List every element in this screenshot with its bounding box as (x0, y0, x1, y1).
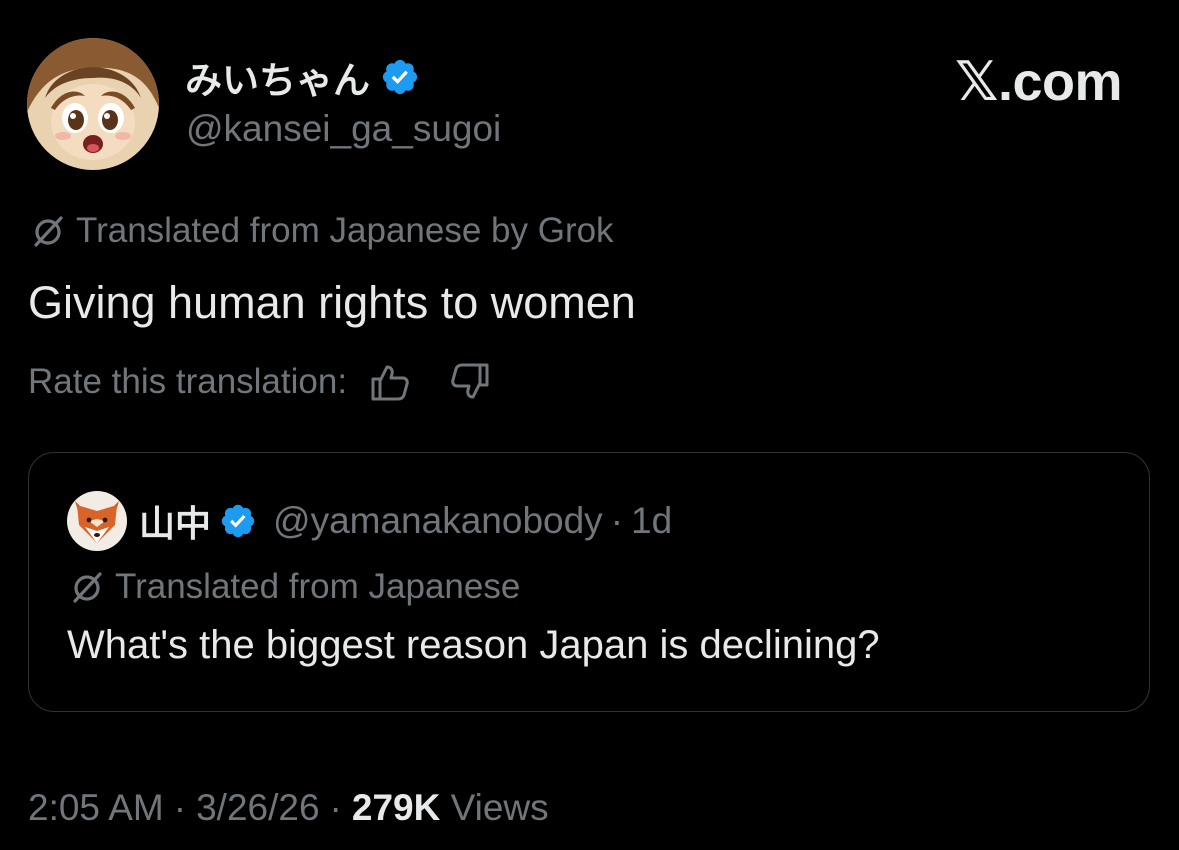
views-count: 279K (351, 787, 441, 828)
tweet-date[interactable]: 3/26/26 (196, 787, 319, 828)
tweet-text: Giving human rights to women (28, 277, 636, 328)
meta-separator: · (173, 787, 187, 828)
rate-translation-label: Rate this translation: (28, 362, 348, 401)
thumbs-up-icon[interactable] (367, 359, 413, 405)
translation-notice-text: Translated from Japanese by Grok (76, 211, 614, 250)
verified-badge-icon (382, 59, 418, 95)
quoted-translation-notice-text: Translated from Japanese (115, 567, 521, 606)
quoted-translation-notice: Translated from Japanese (67, 567, 520, 607)
author-avatar[interactable] (27, 38, 159, 170)
translate-icon (73, 572, 102, 603)
author-name-row: みいちゃん (185, 54, 420, 102)
quoted-separator: · (610, 500, 624, 541)
quoted-author-name[interactable]: 山中 (139, 495, 211, 547)
fox-avatar-image (67, 491, 127, 551)
tweet-time[interactable]: 2:05 AM (28, 787, 164, 828)
quoted-tweet-text: What's the biggest reason Japan is decli… (67, 623, 880, 667)
quoted-tweet-card[interactable]: 山中 @yamanakanobody · 1d Translated from … (28, 452, 1150, 712)
quoted-timestamp[interactable]: 1d (631, 500, 672, 542)
tweet-meta: 2:05 AM · 3/26/26 · 279K Views (28, 787, 549, 829)
translation-notice: Translated from Japanese by Grok (28, 211, 614, 251)
quoted-author-handle[interactable]: @yamanakanobody (273, 500, 603, 542)
thumbs-down-icon[interactable] (447, 359, 493, 405)
translate-icon (34, 216, 63, 247)
author-handle[interactable]: @kansei_ga_sugoi (186, 108, 501, 150)
views-label: Views (450, 787, 549, 828)
brand-logo: 𝕏.com (954, 52, 1123, 112)
quoted-author-avatar[interactable] (67, 491, 127, 551)
rate-translation-row: Rate this translation: (28, 357, 493, 407)
author-avatar-image (27, 38, 159, 170)
author-name[interactable]: みいちゃん (185, 50, 370, 104)
quoted-tweet-header: 山中 @yamanakanobody · 1d (67, 491, 672, 551)
meta-separator: · (329, 787, 342, 828)
quoted-verified-badge-icon (221, 504, 255, 538)
